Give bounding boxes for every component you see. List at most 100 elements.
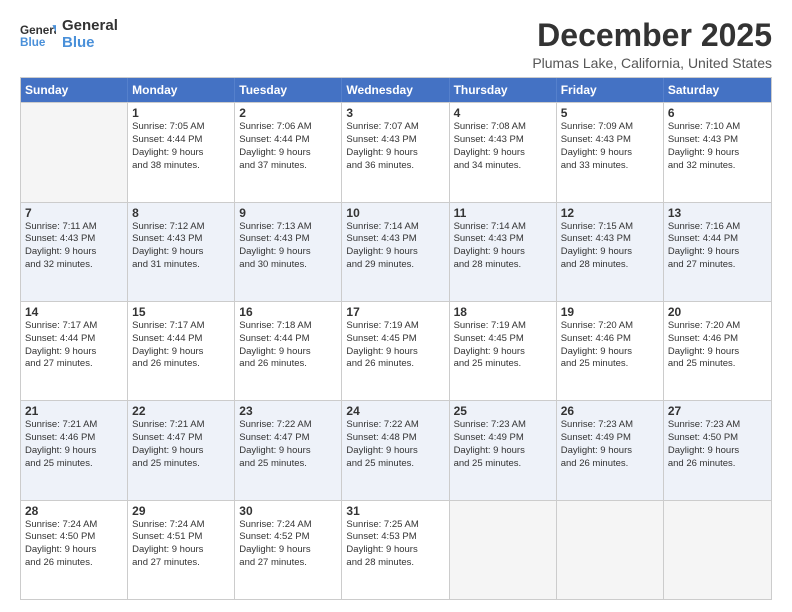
- daylight-label: Daylight: 9 hours: [132, 346, 230, 359]
- sunrise: Sunrise: 7:20 AM: [668, 320, 767, 333]
- daylight-label: Daylight: 9 hours: [346, 147, 444, 160]
- daylight-label: Daylight: 9 hours: [668, 246, 767, 259]
- sunrise: Sunrise: 7:20 AM: [561, 320, 659, 333]
- calendar-row-4: 28Sunrise: 7:24 AMSunset: 4:50 PMDayligh…: [21, 500, 771, 599]
- sunset: Sunset: 4:50 PM: [25, 531, 123, 544]
- daylight-label: Daylight: 9 hours: [25, 445, 123, 458]
- sunset: Sunset: 4:43 PM: [454, 134, 552, 147]
- daylight-label: Daylight: 9 hours: [561, 445, 659, 458]
- calendar-body: 1Sunrise: 7:05 AMSunset: 4:44 PMDaylight…: [21, 102, 771, 599]
- calendar-cell-2-2: 16Sunrise: 7:18 AMSunset: 4:44 PMDayligh…: [235, 302, 342, 400]
- calendar-row-1: 7Sunrise: 7:11 AMSunset: 4:43 PMDaylight…: [21, 202, 771, 301]
- calendar-cell-3-0: 21Sunrise: 7:21 AMSunset: 4:46 PMDayligh…: [21, 401, 128, 499]
- daylight-minutes: and 27 minutes.: [25, 358, 123, 371]
- sunset: Sunset: 4:43 PM: [561, 233, 659, 246]
- sunset: Sunset: 4:44 PM: [668, 233, 767, 246]
- daylight-minutes: and 28 minutes.: [561, 259, 659, 272]
- sunset: Sunset: 4:43 PM: [561, 134, 659, 147]
- sunset: Sunset: 4:50 PM: [668, 432, 767, 445]
- daylight-minutes: and 27 minutes.: [132, 557, 230, 570]
- calendar-cell-2-1: 15Sunrise: 7:17 AMSunset: 4:44 PMDayligh…: [128, 302, 235, 400]
- daylight-label: Daylight: 9 hours: [239, 544, 337, 557]
- sunrise: Sunrise: 7:10 AM: [668, 121, 767, 134]
- daylight-minutes: and 30 minutes.: [239, 259, 337, 272]
- day-number: 14: [25, 305, 123, 319]
- daylight-label: Daylight: 9 hours: [132, 544, 230, 557]
- day-number: 31: [346, 504, 444, 518]
- calendar-cell-3-4: 25Sunrise: 7:23 AMSunset: 4:49 PMDayligh…: [450, 401, 557, 499]
- day-number: 20: [668, 305, 767, 319]
- daylight-minutes: and 34 minutes.: [454, 160, 552, 173]
- sunset: Sunset: 4:44 PM: [239, 333, 337, 346]
- daylight-minutes: and 32 minutes.: [668, 160, 767, 173]
- calendar-cell-0-5: 5Sunrise: 7:09 AMSunset: 4:43 PMDaylight…: [557, 103, 664, 201]
- sunset: Sunset: 4:43 PM: [25, 233, 123, 246]
- daylight-label: Daylight: 9 hours: [346, 544, 444, 557]
- daylight-label: Daylight: 9 hours: [239, 346, 337, 359]
- weekday-header-friday: Friday: [557, 78, 664, 102]
- daylight-minutes: and 26 minutes.: [25, 557, 123, 570]
- day-number: 6: [668, 106, 767, 120]
- daylight-label: Daylight: 9 hours: [454, 246, 552, 259]
- weekday-header-saturday: Saturday: [664, 78, 771, 102]
- daylight-minutes: and 25 minutes.: [668, 358, 767, 371]
- daylight-minutes: and 26 minutes.: [132, 358, 230, 371]
- day-number: 12: [561, 206, 659, 220]
- sunrise: Sunrise: 7:24 AM: [239, 519, 337, 532]
- calendar: SundayMondayTuesdayWednesdayThursdayFrid…: [20, 77, 772, 600]
- daylight-label: Daylight: 9 hours: [346, 346, 444, 359]
- title-block: December 2025 Plumas Lake, California, U…: [532, 18, 772, 71]
- sunrise: Sunrise: 7:19 AM: [454, 320, 552, 333]
- day-number: 17: [346, 305, 444, 319]
- sunrise: Sunrise: 7:16 AM: [668, 221, 767, 234]
- sunset: Sunset: 4:51 PM: [132, 531, 230, 544]
- daylight-minutes: and 32 minutes.: [25, 259, 123, 272]
- day-number: 5: [561, 106, 659, 120]
- logo-general: General: [62, 18, 118, 35]
- calendar-cell-0-2: 2Sunrise: 7:06 AMSunset: 4:44 PMDaylight…: [235, 103, 342, 201]
- sunset: Sunset: 4:49 PM: [561, 432, 659, 445]
- calendar-cell-2-0: 14Sunrise: 7:17 AMSunset: 4:44 PMDayligh…: [21, 302, 128, 400]
- sunrise: Sunrise: 7:18 AM: [239, 320, 337, 333]
- daylight-minutes: and 25 minutes.: [25, 458, 123, 471]
- daylight-minutes: and 26 minutes.: [561, 458, 659, 471]
- weekday-header-monday: Monday: [128, 78, 235, 102]
- daylight-label: Daylight: 9 hours: [668, 346, 767, 359]
- day-number: 22: [132, 404, 230, 418]
- calendar-cell-3-2: 23Sunrise: 7:22 AMSunset: 4:47 PMDayligh…: [235, 401, 342, 499]
- sunrise: Sunrise: 7:21 AM: [132, 419, 230, 432]
- calendar-cell-4-3: 31Sunrise: 7:25 AMSunset: 4:53 PMDayligh…: [342, 501, 449, 599]
- sunrise: Sunrise: 7:17 AM: [132, 320, 230, 333]
- svg-text:Blue: Blue: [20, 35, 46, 48]
- daylight-label: Daylight: 9 hours: [132, 445, 230, 458]
- calendar-cell-1-5: 12Sunrise: 7:15 AMSunset: 4:43 PMDayligh…: [557, 203, 664, 301]
- daylight-label: Daylight: 9 hours: [454, 445, 552, 458]
- sunset: Sunset: 4:52 PM: [239, 531, 337, 544]
- calendar-cell-3-3: 24Sunrise: 7:22 AMSunset: 4:48 PMDayligh…: [342, 401, 449, 499]
- calendar-row-0: 1Sunrise: 7:05 AMSunset: 4:44 PMDaylight…: [21, 102, 771, 201]
- header: General Blue General Blue December 2025 …: [20, 18, 772, 71]
- daylight-minutes: and 27 minutes.: [239, 557, 337, 570]
- daylight-minutes: and 25 minutes.: [132, 458, 230, 471]
- calendar-cell-0-1: 1Sunrise: 7:05 AMSunset: 4:44 PMDaylight…: [128, 103, 235, 201]
- day-number: 11: [454, 206, 552, 220]
- day-number: 21: [25, 404, 123, 418]
- sunset: Sunset: 4:43 PM: [668, 134, 767, 147]
- logo-icon: General Blue: [20, 21, 56, 49]
- day-number: 16: [239, 305, 337, 319]
- calendar-cell-1-1: 8Sunrise: 7:12 AMSunset: 4:43 PMDaylight…: [128, 203, 235, 301]
- sunset: Sunset: 4:49 PM: [454, 432, 552, 445]
- calendar-cell-4-4: [450, 501, 557, 599]
- daylight-minutes: and 29 minutes.: [346, 259, 444, 272]
- sunset: Sunset: 4:43 PM: [132, 233, 230, 246]
- calendar-page: General Blue General Blue December 2025 …: [0, 0, 792, 612]
- sunset: Sunset: 4:46 PM: [25, 432, 123, 445]
- sunset: Sunset: 4:43 PM: [346, 134, 444, 147]
- day-number: 18: [454, 305, 552, 319]
- daylight-minutes: and 36 minutes.: [346, 160, 444, 173]
- day-number: 4: [454, 106, 552, 120]
- sunrise: Sunrise: 7:24 AM: [25, 519, 123, 532]
- daylight-label: Daylight: 9 hours: [25, 544, 123, 557]
- daylight-label: Daylight: 9 hours: [132, 147, 230, 160]
- daylight-minutes: and 26 minutes.: [668, 458, 767, 471]
